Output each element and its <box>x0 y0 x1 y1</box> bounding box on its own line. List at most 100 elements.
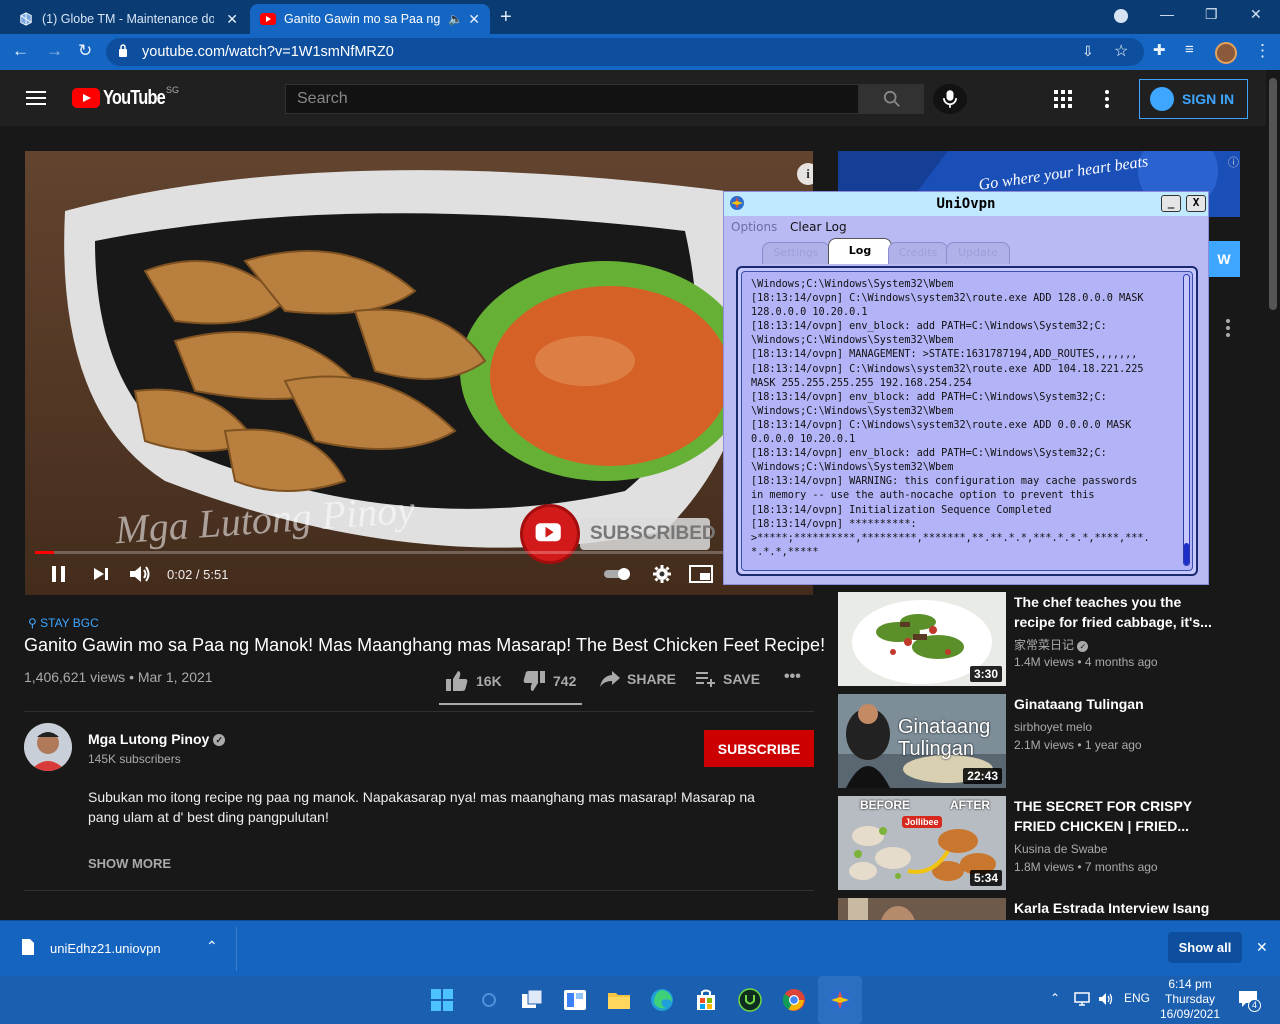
extensions-puzzle-icon[interactable]: ✚ <box>1153 41 1166 59</box>
dislike-button[interactable]: 742 <box>522 670 576 692</box>
search-button[interactable] <box>859 84 924 114</box>
back-icon[interactable]: ← <box>12 41 29 61</box>
notification-center-button[interactable]: 4 <box>1238 990 1261 1012</box>
youtube-wordmark[interactable]: YouTube <box>103 87 166 110</box>
youtube-apps-grid-icon[interactable] <box>1054 90 1072 108</box>
recommendation-title[interactable]: Ginataang Tulingan <box>1014 694 1214 714</box>
edge-browser-icon[interactable] <box>650 988 674 1012</box>
autoplay-toggle-icon[interactable] <box>603 567 633 581</box>
tab-youtube[interactable]: Ganito Gawin mo sa Paa ng M 🔈 ✕ <box>250 4 490 34</box>
seek-bar[interactable] <box>35 551 803 554</box>
tab-credits[interactable]: Credits <box>888 242 948 264</box>
ad-cta-button[interactable]: W <box>1208 241 1240 277</box>
forward-icon[interactable]: → <box>46 41 63 61</box>
tab-settings[interactable]: Settings <box>762 242 830 264</box>
media-control-icon[interactable]: ≡ <box>1185 41 1194 58</box>
save-button[interactable]: SAVE <box>695 670 760 688</box>
new-tab-button[interactable]: + <box>500 6 512 29</box>
ad-info-icon[interactable]: ⓘ <box>1228 154 1239 170</box>
recommendation-title[interactable]: Karla Estrada Interview Isang <box>1014 898 1214 918</box>
tab-close-icon[interactable]: ✕ <box>468 11 480 28</box>
volume-icon[interactable] <box>129 564 153 584</box>
show-all-button[interactable]: Show all <box>1168 932 1242 963</box>
chrome-browser-icon[interactable] <box>782 988 806 1012</box>
tab-close-icon[interactable]: ✕ <box>226 11 238 28</box>
widgets-icon[interactable] <box>563 988 587 1012</box>
recommendation-channel[interactable]: Kusina de Swabe <box>1014 842 1107 856</box>
tray-chevron-up-icon[interactable]: ⌃ <box>1050 991 1060 1005</box>
channel-name[interactable]: Mga Lutong Pinoy ✓ <box>88 731 226 747</box>
reload-icon[interactable]: ↻ <box>78 41 92 61</box>
install-app-icon[interactable]: ⇩ <box>1082 43 1094 60</box>
page-scrollbar[interactable] <box>1266 70 1280 920</box>
download-shelf-close-icon[interactable]: ✕ <box>1256 939 1268 956</box>
pause-icon[interactable] <box>50 565 68 583</box>
subscribe-button[interactable]: SUBSCRIBE <box>704 730 814 767</box>
sign-in-button[interactable]: SIGN IN <box>1139 79 1248 119</box>
speaker-icon[interactable]: 🔈 <box>448 12 463 26</box>
upwork-app-icon[interactable] <box>738 988 762 1012</box>
bookmark-star-icon[interactable]: ☆ <box>1114 41 1128 61</box>
settings-kebab-icon[interactable] <box>1104 90 1110 108</box>
start-windows-icon[interactable] <box>430 988 454 1012</box>
next-video-icon[interactable] <box>93 567 109 581</box>
log-scrollbar[interactable] <box>1183 274 1190 566</box>
more-actions-icon[interactable]: ••• <box>784 668 801 686</box>
profile-avatar[interactable] <box>1215 42 1237 64</box>
channel-avatar[interactable] <box>24 723 72 771</box>
info-icon[interactable]: i <box>797 163 813 185</box>
address-bar[interactable]: youtube.com/watch?v=1W1smNfMRZ0 ⇩ ☆ <box>106 38 1144 66</box>
log-scrollbar-thumb[interactable] <box>1184 543 1189 565</box>
log-text-area[interactable]: \Windows;C:\Windows\System32\Wbem [18:13:… <box>741 271 1193 571</box>
video-thumbnail[interactable]: BEFORE AFTER Jollibee 5:34 <box>838 796 1006 890</box>
lock-icon[interactable] <box>118 44 128 57</box>
system-clock[interactable]: 6:14 pm Thursday 16/09/2021 <box>1150 977 1230 1022</box>
share-button[interactable]: SHARE <box>599 670 676 688</box>
chrome-menu-icon[interactable]: ⋮ <box>1254 41 1271 61</box>
voice-search-button[interactable] <box>933 84 967 114</box>
hamburger-menu-icon[interactable] <box>26 91 46 105</box>
search-taskbar-icon[interactable] <box>477 988 501 1012</box>
video-thumbnail[interactable]: Ginataang Tulingan 22:43 <box>838 694 1006 788</box>
recommendation-title[interactable]: THE SECRET FOR CRISPY FRIED CHICKEN | FR… <box>1014 796 1214 836</box>
file-explorer-icon[interactable] <box>607 988 631 1012</box>
show-more-button[interactable]: SHOW MORE <box>88 856 171 871</box>
recommendation-item[interactable]: BEFORE AFTER Jollibee 5:34 THE SECRET FO… <box>838 796 1258 891</box>
search-input[interactable] <box>286 85 858 113</box>
language-indicator[interactable]: ENG <box>1124 991 1150 1005</box>
uniovpn-taskbar-button[interactable] <box>818 976 862 1024</box>
tab-update[interactable]: Update <box>946 242 1010 264</box>
minimize-icon[interactable]: — <box>1160 6 1174 22</box>
ad-menu-kebab-icon[interactable] <box>1225 319 1231 337</box>
task-view-icon[interactable] <box>520 988 544 1012</box>
menu-clear-log[interactable]: Clear Log <box>790 220 847 234</box>
youtube-logo-icon[interactable] <box>72 88 100 108</box>
recommendation-item[interactable]: Ginataang Tulingan 22:43 Ginataang Tulin… <box>838 694 1258 789</box>
download-filename[interactable]: uniEdhz21.uniovpn <box>50 941 161 956</box>
video-player[interactable]: i Mga Lutong Pinoy SUBSCRIBED 0:02 / 5:5… <box>25 151 813 595</box>
window-close-icon[interactable]: ✕ <box>1250 6 1262 23</box>
scrollbar-thumb[interactable] <box>1269 78 1277 310</box>
uniovpn-titlebar[interactable]: UniOvpn _ X <box>724 192 1208 216</box>
recommendation-channel[interactable]: 家常菜日记 ✓ <box>1014 636 1089 653</box>
miniplayer-icon[interactable] <box>689 565 713 583</box>
location-tag[interactable]: ⚲ STAY BGC <box>28 616 99 630</box>
recommendation-item[interactable]: 3:30 The chef teaches you the recipe for… <box>838 592 1258 687</box>
microsoft-store-icon[interactable] <box>694 988 718 1012</box>
speaker-volume-icon[interactable] <box>1098 992 1114 1006</box>
recommendation-title[interactable]: The chef teaches you the recipe for frie… <box>1014 592 1214 632</box>
menu-options[interactable]: Options <box>731 220 777 234</box>
video-thumbnail[interactable]: 3:30 <box>838 592 1006 686</box>
uniovpn-close-button[interactable]: X <box>1186 195 1206 212</box>
tab-search-icon[interactable] <box>1114 9 1128 23</box>
settings-gear-icon[interactable] <box>652 564 672 584</box>
download-chevron-up-icon[interactable]: ⌃ <box>206 938 218 955</box>
uniovpn-minimize-button[interactable]: _ <box>1161 195 1181 212</box>
recommendation-item[interactable]: Karla Estrada Interview Isang <box>838 898 1258 920</box>
tab-log[interactable]: Log <box>828 238 892 264</box>
network-icon[interactable] <box>1074 992 1090 1006</box>
tab-globe[interactable]: (1) Globe TM - Maintenance dom ✕ <box>8 4 248 34</box>
restore-icon[interactable]: ❐ <box>1205 6 1218 23</box>
recommendation-channel[interactable]: sirbhoyet melo <box>1014 720 1092 734</box>
video-thumbnail[interactable] <box>838 898 1006 920</box>
